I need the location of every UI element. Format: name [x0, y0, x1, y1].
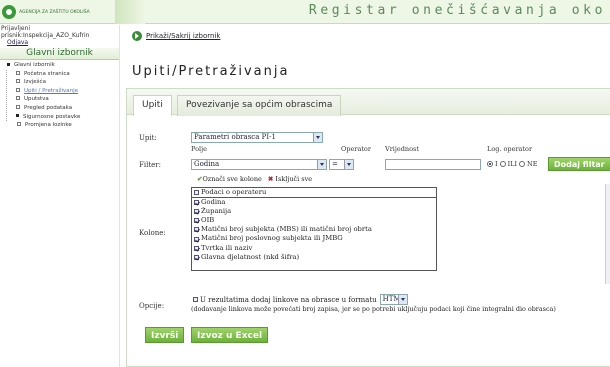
login-user: prisnik:Inspekcija_AZO_Kufrin [1, 32, 90, 39]
checkbox[interactable] [194, 200, 199, 206]
column-actions: ✔Označi sve kolone ✖ Isključi sve [197, 175, 312, 183]
sidebar-item-queries[interactable]: Upiti / Pretraživanje [12, 87, 119, 96]
list-item[interactable]: Podaci o operateru [192, 188, 436, 199]
logout-link[interactable]: Odjava [0, 39, 119, 46]
radio-not[interactable] [519, 161, 526, 167]
list-item[interactable]: Tvrtka ili naziv [192, 244, 436, 253]
agency-logo[interactable]: AGENCIJA ZA ZAŠTITU OKOLIŠA [2, 2, 114, 22]
radio-and[interactable] [487, 161, 493, 167]
radio-or-label: ILI [507, 160, 518, 168]
columns-scrollbar[interactable] [605, 184, 610, 284]
toggle-menu-link[interactable]: Prikaži/Sakrij izbornik [146, 32, 220, 40]
filter-operator-value: = [332, 160, 338, 168]
checkbox[interactable] [194, 209, 199, 215]
sidebar-item-security[interactable]: Sigurnosne postavke [12, 113, 119, 122]
sidebar-item-reports[interactable]: Izvješća [12, 78, 119, 87]
add-links-checkbox[interactable] [193, 297, 198, 302]
query-label: Upit: [139, 134, 157, 142]
checkbox[interactable] [194, 236, 199, 242]
value-column-label: Vrijednost [385, 145, 419, 153]
header-decoration [115, 0, 145, 24]
sidebar-item-home[interactable]: Početna stranica [12, 70, 119, 79]
sidebar: Prijavljeni prisnik:Inspekcija_AZO_Kufri… [0, 25, 120, 367]
bullet-icon [16, 96, 20, 101]
options-note: (dodavanje linkova može povećati broj za… [191, 305, 556, 313]
checkbox[interactable] [194, 190, 199, 196]
radio-not-label: NE [527, 160, 538, 168]
radio-and-label: I [495, 160, 498, 168]
format-select[interactable]: HTM [379, 294, 408, 305]
page-title: Upiti/Pretraživanja [132, 64, 290, 79]
logo-text: AGENCIJA ZA ZAŠTITU OKOLIŠA [19, 9, 90, 15]
export-excel-button[interactable]: Izvoz u Excel [191, 327, 269, 343]
checkbox[interactable] [194, 254, 199, 260]
radio-or[interactable] [499, 161, 506, 167]
chevron-down-icon [313, 133, 322, 142]
query-panel: Upiti Povezivanje sa općim obrascima Upi… [126, 88, 610, 367]
tab-link-general-forms[interactable]: Povezivanje sa općim obrascima [177, 95, 342, 116]
tab-queries[interactable]: Upiti [133, 95, 172, 116]
sidebar-item-data-review[interactable]: Pregled podataka [12, 104, 119, 113]
execute-button[interactable]: Izvrši [145, 327, 185, 343]
chevron-down-icon [397, 295, 407, 304]
sidebar-item-main-menu[interactable]: Glavni izbornik [3, 61, 119, 70]
bullet-icon [16, 114, 19, 118]
add-links-text: U rezultatima dodaj linkove na obrasce u… [200, 295, 377, 304]
menu-title: Glavni izbornik [0, 48, 119, 60]
filter-field-value: Godina [194, 160, 220, 168]
log-operator-radios: I ILI NE [487, 160, 537, 168]
log-operator-label: Log. operator [487, 145, 533, 153]
field-column-label: Polje [191, 145, 207, 153]
options-label: Opcije: [139, 302, 165, 310]
sidebar-item-change-password[interactable]: Promjena lozinke [13, 121, 119, 130]
sidebar-item-instructions[interactable]: Uputstva [12, 95, 119, 104]
app-title: Registar onečišćavanja oko [308, 3, 606, 18]
bullet-icon [16, 104, 20, 109]
toggle-menu-icon[interactable] [132, 31, 142, 41]
checkbox[interactable] [194, 245, 199, 251]
filter-label: Filter: [139, 161, 161, 169]
bullet-icon [17, 122, 21, 127]
filter-operator-select[interactable]: = [329, 159, 354, 170]
bullet-icon [16, 70, 20, 75]
main-menu: Glavni izbornik Početna stranica Izvješć… [0, 61, 119, 130]
filter-value-input[interactable] [385, 159, 481, 170]
filter-field-select[interactable]: Godina [191, 159, 327, 170]
login-status: Prijavljeni [1, 25, 31, 32]
operator-column-label: Operator [341, 145, 371, 153]
list-item[interactable]: Matični broj poslovnog subjekta ili JMBG [192, 234, 436, 243]
query-select[interactable]: Parametri obrasca PI-1 [191, 132, 323, 143]
agency-logo-icon [2, 5, 16, 19]
chevron-down-icon [317, 160, 326, 169]
top-header: AGENCIJA ZA ZAŠTITU OKOLIŠA Registar one… [0, 0, 610, 24]
options-row: U rezultatima dodaj linkove na obrasce u… [191, 294, 408, 305]
select-all-columns[interactable]: ✔Označi sve kolone [197, 175, 262, 183]
checkbox[interactable] [194, 218, 199, 224]
deselect-all-columns[interactable]: ✖ Isključi sve [268, 175, 312, 183]
bullet-icon [16, 79, 20, 84]
list-item[interactable]: Županija [192, 207, 436, 216]
list-item[interactable]: Matični broj subjekta (MBS) ili matični … [192, 225, 436, 234]
columns-label: Kolone: [139, 229, 166, 237]
chevron-down-icon [344, 160, 353, 169]
query-select-value: Parametri obrasca PI-1 [194, 133, 276, 141]
close-icon: ✖ [267, 175, 274, 183]
bullet-icon [7, 62, 10, 66]
checkbox[interactable] [194, 227, 199, 233]
list-item[interactable]: OIB [192, 216, 436, 225]
list-item[interactable]: Glavna djelatnost (nkd šifra) [192, 253, 436, 262]
bullet-icon [16, 87, 20, 92]
columns-list[interactable]: Podaci o operateru Godina Županija OIB M… [191, 187, 437, 271]
add-filter-button[interactable]: Dodaj filtar [548, 157, 610, 171]
breadcrumb: Prikaži/Sakrij izbornik [132, 31, 220, 41]
list-item[interactable]: Godina [192, 198, 436, 207]
tab-strip: Upiti Povezivanje sa općim obrascima [127, 89, 610, 116]
